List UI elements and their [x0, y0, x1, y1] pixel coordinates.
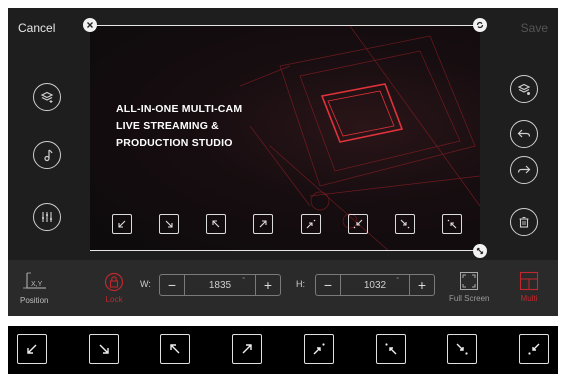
degree-icon: ° — [242, 277, 245, 284]
height-value[interactable]: 1032 ° — [340, 275, 410, 295]
width-label: W: — [140, 279, 151, 289]
height-label: H: — [296, 279, 305, 289]
width-decrement-button[interactable]: − — [160, 277, 184, 293]
degree-icon: ° — [396, 277, 399, 284]
fullscreen-label: Full Screen — [449, 294, 490, 303]
headline-line-2: LIVE STREAMING & — [116, 120, 219, 132]
cancel-button[interactable]: Cancel — [18, 21, 55, 35]
height-decrement-button[interactable]: − — [316, 277, 340, 293]
lock-icon — [104, 272, 124, 292]
strip-snap-up-right-button[interactable] — [303, 334, 334, 364]
strip-snap-down-left-button[interactable] — [375, 334, 406, 364]
fullscreen-button[interactable]: Full Screen — [449, 271, 489, 303]
strip-snap-up-left-button[interactable] — [518, 334, 549, 364]
multi-button[interactable]: Multi — [519, 271, 539, 303]
height-value-text: 1032 — [363, 279, 387, 291]
move-down-left-button[interactable] — [112, 214, 132, 234]
width-stepper[interactable]: − 1835 ° + — [159, 274, 281, 296]
close-icon[interactable] — [83, 18, 97, 32]
height-stepper[interactable]: − 1032 ° + — [315, 274, 435, 296]
multi-label: Multi — [520, 294, 538, 303]
arrow-strip — [8, 326, 558, 374]
width-increment-button[interactable]: + — [256, 277, 280, 293]
arrow-strip-row — [17, 334, 549, 366]
video-canvas[interactable]: ALL-IN-ONE MULTI-CAM LIVE STREAMING & PR… — [90, 25, 480, 251]
editor-window: Cancel Save ALL-IN-ONE MULTI-CAM LIVE ST… — [8, 8, 558, 316]
snap-up-left-button[interactable] — [441, 214, 462, 234]
snap-down-left-button[interactable] — [347, 214, 368, 234]
move-up-left-button[interactable] — [206, 214, 227, 234]
move-up-right-button[interactable] — [253, 214, 274, 234]
rotate-icon[interactable] — [473, 18, 487, 32]
multi-view-icon — [519, 271, 539, 291]
snap-down-right-button[interactable] — [394, 214, 415, 234]
undo-icon[interactable] — [510, 120, 538, 148]
position-label: Position — [20, 296, 49, 305]
strip-down-left-button[interactable] — [17, 334, 47, 364]
headline-line-3: PRODUCTION STUDIO — [116, 137, 233, 149]
equalizer-icon[interactable] — [33, 203, 61, 231]
lock-label: Lock — [105, 295, 123, 304]
width-value[interactable]: 1835 ° — [184, 275, 256, 295]
fullscreen-icon — [460, 272, 479, 290]
position-icon: X,Y — [23, 272, 47, 289]
strip-snap-down-right-button[interactable] — [447, 334, 478, 364]
headline-line-1: ALL-IN-ONE MULTI-CAM — [116, 103, 243, 115]
strip-up-left-button[interactable] — [160, 334, 191, 364]
layers-settings-icon[interactable] — [510, 75, 538, 103]
redo-icon[interactable] — [510, 156, 538, 184]
move-down-right-button[interactable] — [159, 214, 180, 234]
height-increment-button[interactable]: + — [410, 277, 434, 293]
trash-icon[interactable] — [510, 208, 538, 236]
music-note-icon[interactable] — [33, 141, 61, 169]
bottom-toolbar: X,Y Position Lock W: − 1835 ° + H: − 1032… — [8, 260, 558, 316]
width-value-text: 1835 — [208, 279, 232, 291]
headline-text: ALL-IN-ONE MULTI-CAM LIVE STREAMING & PR… — [116, 101, 316, 152]
position-arrow-row — [112, 214, 462, 236]
resize-icon[interactable] — [473, 244, 487, 258]
svg-text:X,Y: X,Y — [31, 281, 43, 288]
strip-up-right-button[interactable] — [232, 334, 263, 364]
lock-button[interactable]: Lock — [104, 272, 124, 304]
snap-up-right-button[interactable] — [300, 214, 321, 234]
position-button[interactable]: X,Y Position — [20, 271, 48, 305]
layers-add-icon[interactable] — [33, 83, 61, 111]
strip-down-right-button[interactable] — [88, 334, 119, 364]
save-button[interactable]: Save — [521, 21, 548, 35]
